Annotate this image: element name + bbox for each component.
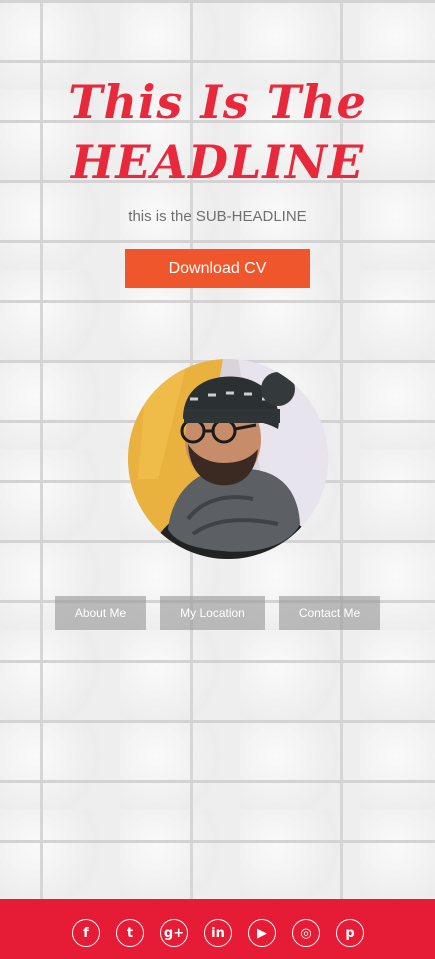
page-background: This Is The HEADLINE this is the SUB-HEA… <box>0 0 435 959</box>
headline-line-2: HEADLINE <box>70 135 365 189</box>
avatar <box>128 359 328 559</box>
profile-photo <box>128 359 328 559</box>
contact-me-button[interactable]: Contact Me <box>279 596 380 630</box>
linkedin-icon[interactable]: in <box>204 919 232 947</box>
youtube-icon[interactable]: ▶ <box>248 919 276 947</box>
about-me-button[interactable]: About Me <box>55 596 146 630</box>
pinterest-icon[interactable]: p <box>336 919 364 947</box>
headline: This Is The HEADLINE <box>0 72 435 192</box>
google-plus-icon[interactable]: g+ <box>160 919 188 947</box>
my-location-button[interactable]: My Location <box>160 596 265 630</box>
download-cv-button[interactable]: Download CV <box>125 249 310 288</box>
instagram-icon[interactable]: ◎ <box>292 919 320 947</box>
facebook-icon[interactable]: f <box>72 919 100 947</box>
subheadline: this is the SUB-HEADLINE <box>128 208 307 225</box>
social-footer: f t g+ in ▶ ◎ p <box>0 899 435 959</box>
twitter-icon[interactable]: t <box>116 919 144 947</box>
headline-line-1: This Is The <box>68 75 367 129</box>
